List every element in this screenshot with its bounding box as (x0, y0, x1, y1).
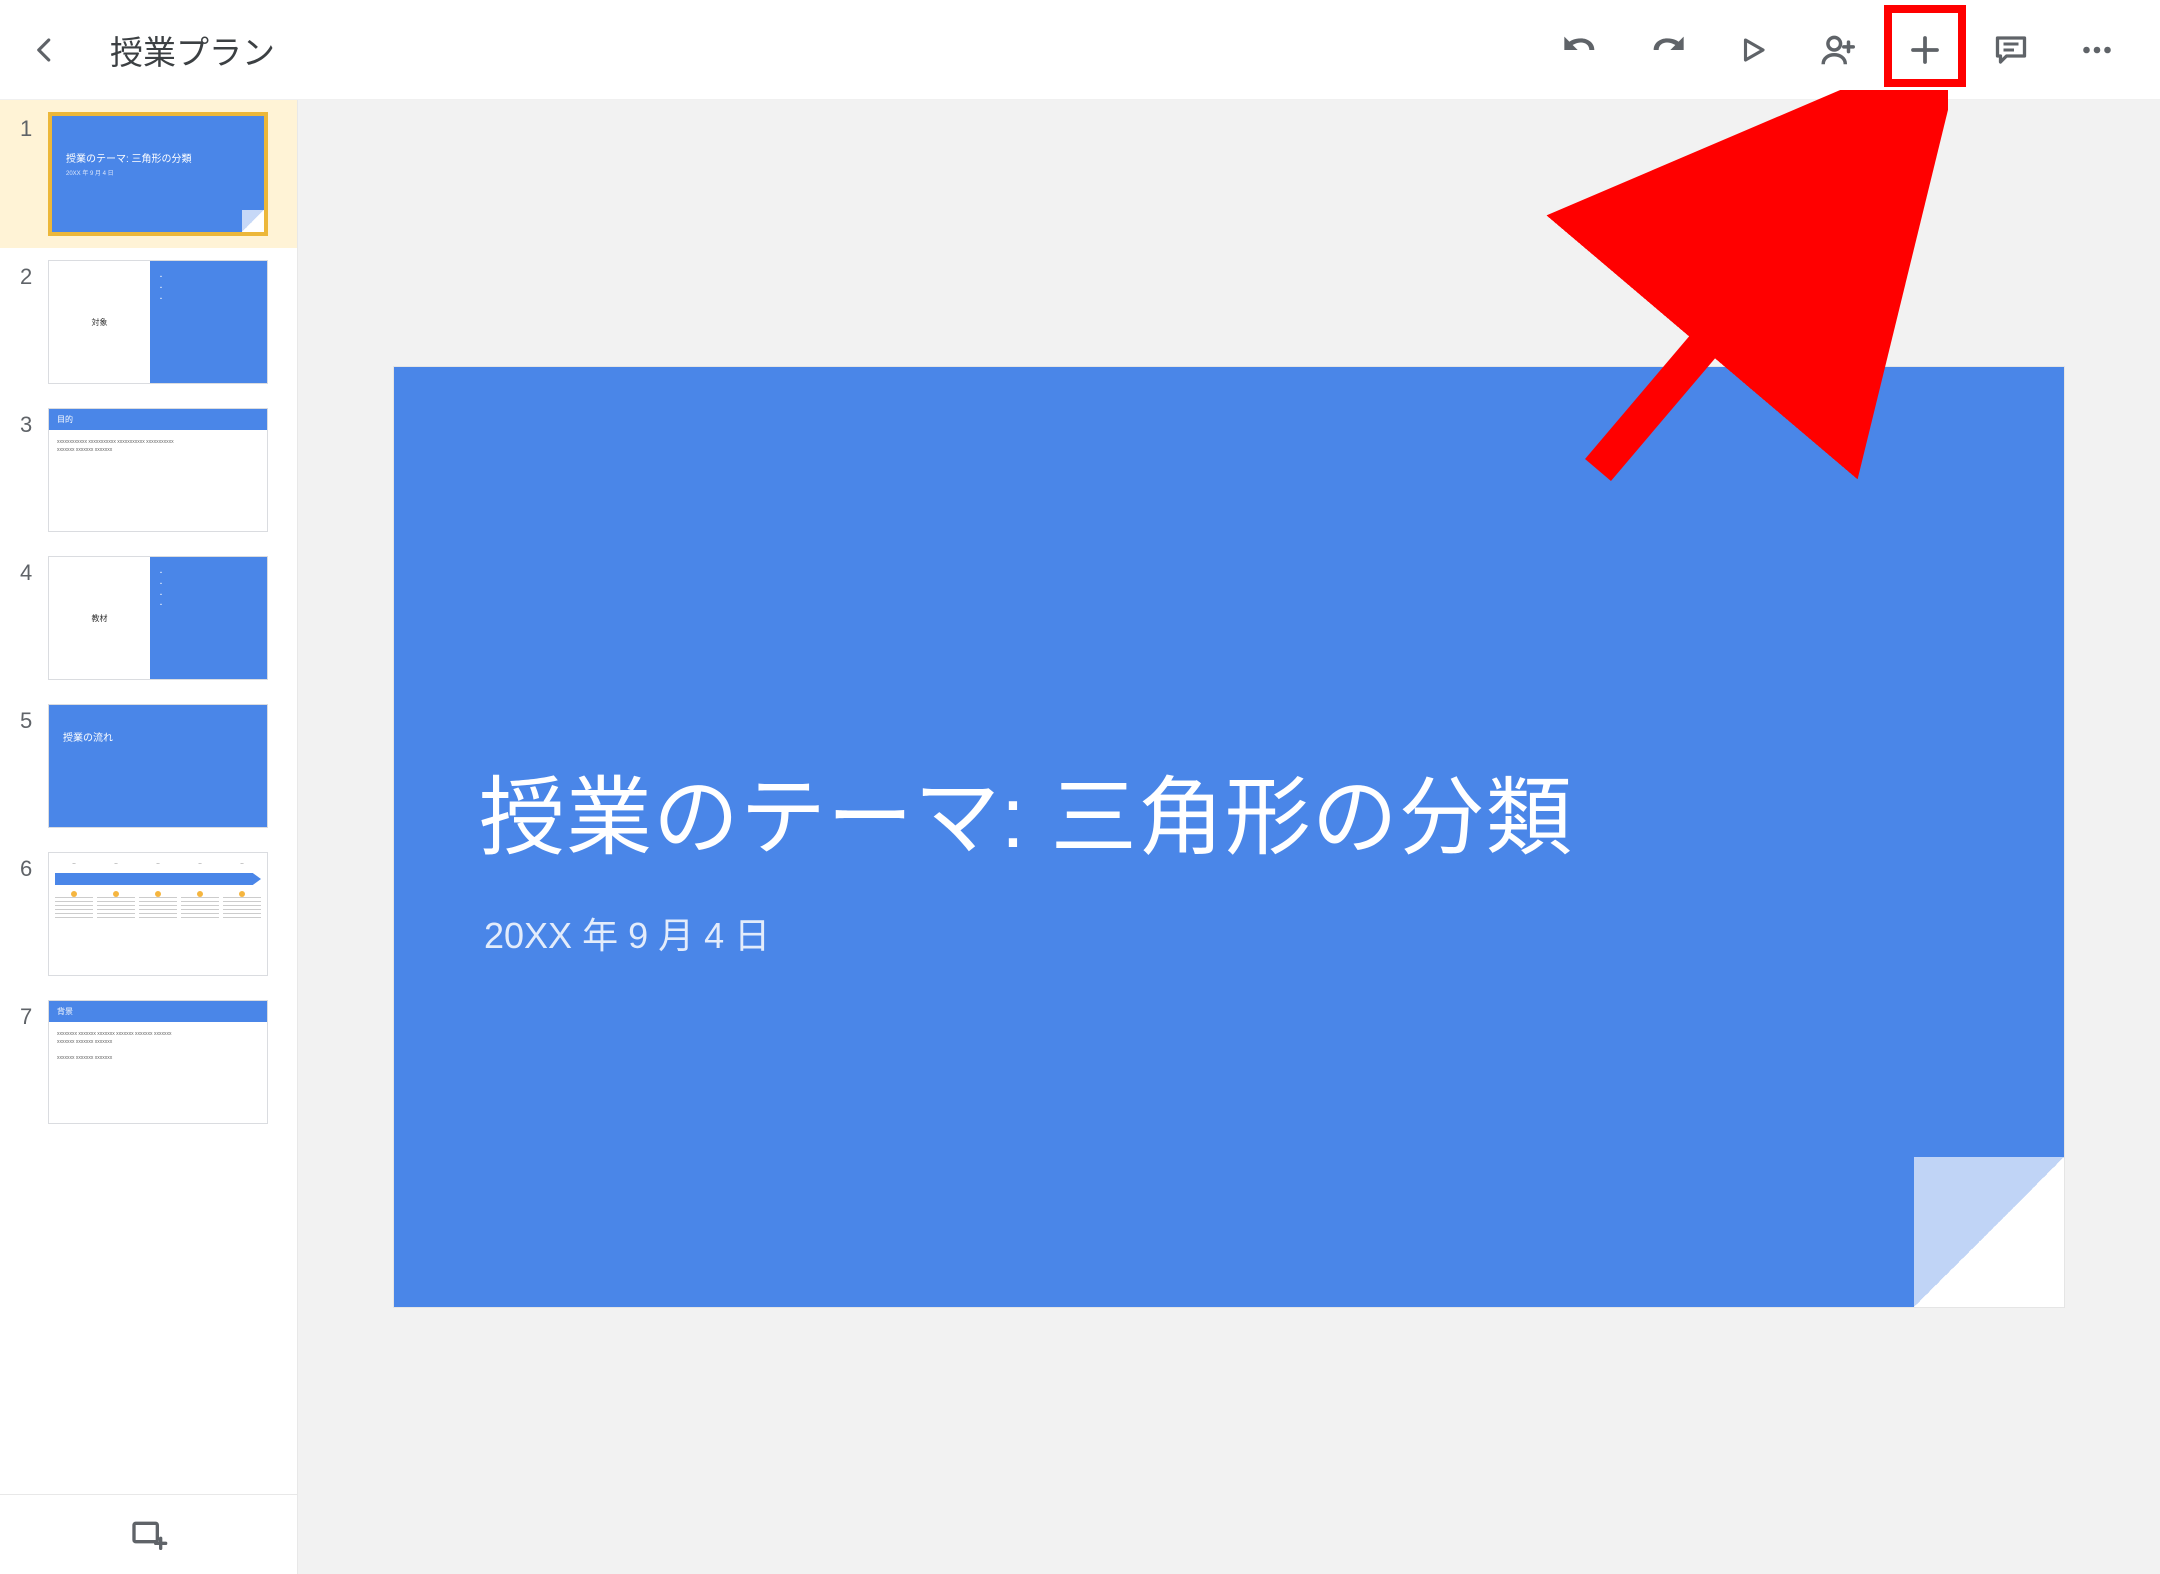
thumbnail-slide-5[interactable]: 5 授業の流れ (0, 692, 297, 840)
thumbnail-slide-3[interactable]: 3 目的 xxxxxxxxxxxx xxxxxxxxxxx xxxxxxxxxx… (0, 396, 297, 544)
back-icon (30, 35, 60, 65)
comment-icon (1993, 32, 2029, 68)
undo-button[interactable] (1538, 15, 1624, 85)
undo-icon (1561, 30, 1601, 70)
thumb-right-text: ・ ・ ・ (150, 261, 267, 383)
body: 1 授業のテーマ: 三角形の分類 20XX 年 9 月 4 日 2 対象 (0, 100, 2160, 1574)
thumbnail-slide-2[interactable]: 2 対象 ・ ・ ・ (0, 248, 297, 396)
share-button[interactable] (1796, 15, 1882, 85)
add-button[interactable] (1882, 15, 1968, 85)
redo-icon (1647, 30, 1687, 70)
thumb-left-text: 対象 (49, 261, 150, 383)
thumb-sub-text: 20XX 年 9 月 4 日 (66, 168, 114, 177)
thumbnails-scroll[interactable]: 1 授業のテーマ: 三角形の分類 20XX 年 9 月 4 日 2 対象 (0, 100, 297, 1494)
page-fold-decoration (1914, 1157, 2064, 1307)
thumbnail-number: 7 (20, 1000, 48, 1030)
thumb-body-text: xxxxxxxxxxxx xxxxxxxxxxx xxxxxxxxxxx xxx… (49, 430, 267, 462)
thumbnail-slide-4[interactable]: 4 教材 ・ ・ ・ ・ (0, 544, 297, 692)
thumbnail-preview: ---------- (48, 852, 268, 976)
redo-button[interactable] (1624, 15, 1710, 85)
document-title[interactable]: 授業プラン (110, 26, 275, 74)
thumbnail-number: 3 (20, 408, 48, 438)
more-button[interactable] (2054, 15, 2140, 85)
thumb-left-text: 教材 (49, 557, 150, 679)
back-button[interactable] (10, 15, 80, 85)
thumb-head-text: 背景 (49, 1001, 267, 1022)
header-toolbar: 授業プラン (0, 0, 2160, 100)
new-slide-button[interactable] (0, 1494, 297, 1574)
thumb-right-text: ・ ・ ・ ・ (150, 557, 267, 679)
thumbnail-number: 5 (20, 704, 48, 734)
present-button[interactable] (1710, 15, 1796, 85)
comment-button[interactable] (1968, 15, 2054, 85)
thumb-title-text: 授業の流れ (63, 729, 113, 744)
thumbnail-preview: 授業の流れ (48, 704, 268, 828)
more-icon (2079, 32, 2115, 68)
thumb-title-text: 授業のテーマ: 三角形の分類 (66, 150, 192, 165)
main-slide[interactable]: 授業のテーマ: 三角形の分類 20XX 年 9 月 4 日 (394, 367, 2064, 1307)
thumbnail-slide-1[interactable]: 1 授業のテーマ: 三角形の分類 20XX 年 9 月 4 日 (0, 100, 297, 248)
slide-date-text[interactable]: 20XX 年 9 月 4 日 (484, 907, 770, 959)
canvas-area[interactable]: 授業のテーマ: 三角形の分類 20XX 年 9 月 4 日 (298, 100, 2160, 1574)
thumbnail-preview: 授業のテーマ: 三角形の分類 20XX 年 9 月 4 日 (48, 112, 268, 236)
thumbnail-preview: 背景 xxxxxxxx xxxxxxx xxxxxxx xxxxxxx xxxx… (48, 1000, 268, 1124)
new-slide-icon (129, 1515, 169, 1555)
thumbnail-number: 2 (20, 260, 48, 290)
thumbnail-number: 6 (20, 852, 48, 882)
thumb-head-text: 目的 (49, 409, 267, 430)
app-root: 授業プラン (0, 0, 2160, 1574)
thumb-body-text: xxxxxxxx xxxxxxx xxxxxxx xxxxxxx xxxxxxx… (49, 1022, 267, 1070)
thumbnail-slide-7[interactable]: 7 背景 xxxxxxxx xxxxxxx xxxxxxx xxxxxxx xx… (0, 988, 297, 1136)
plus-icon (1907, 32, 1943, 68)
thumbnail-preview: 教材 ・ ・ ・ ・ (48, 556, 268, 680)
thumbnail-slide-6[interactable]: 6 ---------- (0, 840, 297, 988)
slide-thumbnails-panel: 1 授業のテーマ: 三角形の分類 20XX 年 9 月 4 日 2 対象 (0, 100, 298, 1574)
play-icon (1738, 35, 1768, 65)
thumbnail-number: 1 (20, 112, 48, 142)
thumbnail-number: 4 (20, 556, 48, 586)
thumbnail-preview: 対象 ・ ・ ・ (48, 260, 268, 384)
share-person-icon (1820, 31, 1858, 69)
slide-title-text[interactable]: 授業のテーマ: 三角形の分類 (479, 747, 1573, 872)
thumbnail-preview: 目的 xxxxxxxxxxxx xxxxxxxxxxx xxxxxxxxxxx … (48, 408, 268, 532)
